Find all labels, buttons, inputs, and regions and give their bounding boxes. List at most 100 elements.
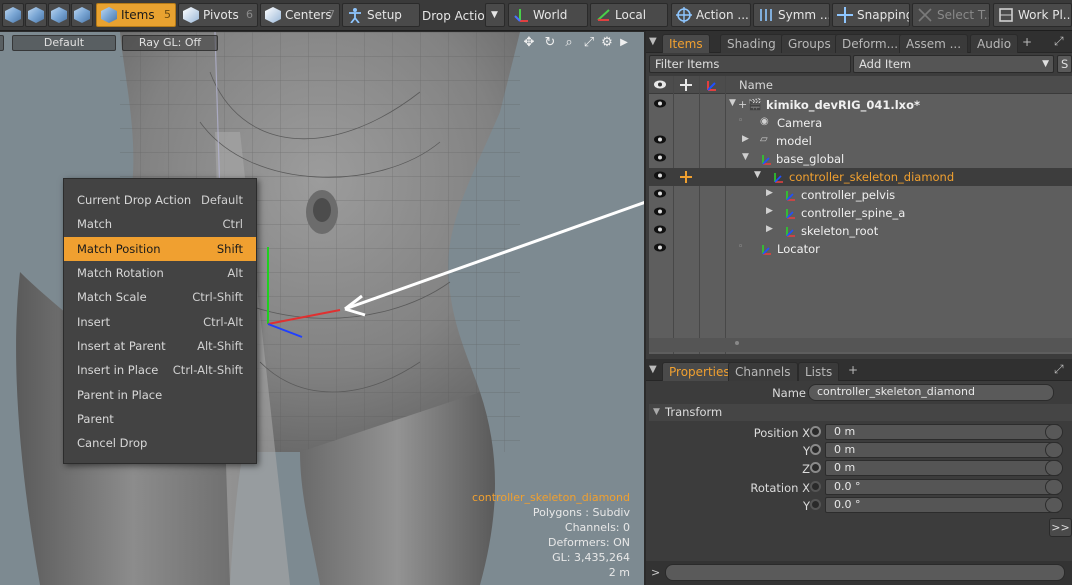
expand-arrow-icon[interactable]: ▶ — [742, 134, 749, 144]
expand-arrow-icon[interactable]: ▶ — [766, 206, 773, 216]
position-x-envelope-icon[interactable] — [1045, 424, 1063, 440]
selection-mode-polygons-button[interactable] — [48, 3, 70, 27]
position-z-field[interactable]: 0 m — [825, 460, 1059, 476]
tree-row-controller-skeleton-diamond[interactable]: ▼ controller_skeleton_diamond — [649, 168, 1072, 186]
add-item-dropdown[interactable]: Add Item ▼ — [853, 55, 1054, 73]
visibility-eye-icon[interactable] — [654, 153, 666, 162]
transform-section-header[interactable]: ▼ Transform — [649, 404, 1072, 421]
tree-row-camera[interactable]: ◦ ◉ Camera — [649, 114, 1072, 132]
visibility-eye-icon[interactable] — [654, 99, 666, 108]
scrollbar-thumb[interactable] — [735, 341, 739, 345]
rotation-y-radio[interactable] — [810, 499, 821, 510]
items-mode-button[interactable]: Items 5 — [96, 3, 176, 27]
work-plane-button[interactable]: Work Pl... — [993, 3, 1072, 27]
panel-collapse-arrow-icon[interactable]: ▼ — [649, 36, 657, 47]
maximize-panel-icon[interactable]: ⤢ — [1054, 362, 1064, 377]
drop-action-dropdown[interactable]: ▼ — [485, 3, 505, 27]
add-tab-icon[interactable]: + — [1022, 35, 1032, 49]
visibility-eye-icon[interactable] — [654, 189, 666, 198]
tab-shading[interactable]: Shading — [720, 34, 783, 53]
visibility-eye-icon[interactable] — [654, 171, 666, 180]
expand-arrow-icon[interactable]: ▼ — [729, 98, 736, 108]
rotation-y-field[interactable]: 0.0 ° — [825, 497, 1059, 513]
symmetry-button[interactable]: Symm ... — [753, 3, 830, 27]
tree-horizontal-scrollbar[interactable] — [649, 338, 1072, 352]
menu-item-match-position[interactable]: Match Position Shift — [64, 236, 256, 261]
tree-row-controller-pelvis[interactable]: ▶ controller_pelvis — [649, 186, 1072, 204]
position-y-radio[interactable] — [810, 444, 821, 455]
tab-properties[interactable]: Properties — [662, 362, 737, 381]
tab-lists[interactable]: Lists — [798, 362, 840, 381]
search-scope-button[interactable]: S — [1057, 55, 1072, 73]
local-space-button[interactable]: Local — [590, 3, 668, 27]
add-tab-icon[interactable]: + — [848, 363, 858, 377]
menu-item-parent-in-place[interactable]: Parent in Place — [64, 382, 256, 406]
rotate-view-icon[interactable]: ↻ — [543, 36, 557, 50]
panel-collapse-arrow-icon[interactable]: ▼ — [649, 364, 657, 375]
tab-audio[interactable]: Audio — [970, 34, 1019, 53]
expand-arrow-icon[interactable]: ▶ — [766, 188, 773, 198]
viewport-menu-toggle[interactable] — [0, 35, 4, 51]
centers-mode-button[interactable]: Centers 7 — [260, 3, 340, 27]
selection-mode-vertices-button[interactable] — [2, 3, 24, 27]
tree-row-scene[interactable]: ▼ + 🎬 kimiko_devRIG_041.lxo* — [649, 96, 1072, 114]
position-x-field[interactable]: 0 m — [825, 424, 1059, 440]
tree-row-skeleton-root[interactable]: ▶ skeleton_root — [649, 222, 1072, 240]
visibility-eye-icon[interactable] — [654, 135, 666, 144]
menu-item-match-rotation[interactable]: Match Rotation Alt — [64, 261, 256, 285]
filter-items-input[interactable]: Filter Items — [649, 55, 851, 73]
pivots-mode-button[interactable]: Pivots 6 — [178, 3, 258, 27]
rotation-x-field[interactable]: 0.0 ° — [825, 479, 1059, 495]
visibility-eye-icon[interactable] — [654, 225, 666, 234]
render-mode-dropdown[interactable]: Ray GL: Off — [122, 35, 218, 51]
menu-item-cancel-drop[interactable]: Cancel Drop — [64, 431, 256, 455]
maximize-panel-icon[interactable]: ⤢ — [1054, 34, 1064, 49]
menu-item-parent[interactable]: Parent — [64, 407, 256, 431]
position-x-radio[interactable] — [810, 426, 821, 437]
position-y-field[interactable]: 0 m — [825, 442, 1059, 458]
tree-row-base-global[interactable]: ▼ base_global — [649, 150, 1072, 168]
menu-item-insert-at-parent[interactable]: Insert at Parent Alt-Shift — [64, 334, 256, 358]
position-z-envelope-icon[interactable] — [1045, 460, 1063, 476]
fit-view-icon[interactable]: ⤢ — [582, 36, 596, 50]
menu-item-insert[interactable]: Insert Ctrl-Alt — [64, 309, 256, 333]
visibility-eye-icon[interactable] — [654, 207, 666, 216]
rotation-x-radio[interactable] — [810, 481, 821, 492]
position-z-radio[interactable] — [810, 462, 821, 473]
position-y-envelope-icon[interactable] — [1045, 442, 1063, 458]
menu-item-insert-in-place[interactable]: Insert in Place Ctrl-Alt-Shift — [64, 358, 256, 382]
selection-mode-materials-button[interactable] — [71, 3, 93, 27]
tree-row-controller-spine-a[interactable]: ▶ controller_spine_a — [649, 204, 1072, 222]
select-through-button[interactable]: Select T... — [912, 3, 990, 27]
tree-row-model[interactable]: ▶ ▱ model — [649, 132, 1072, 150]
tab-groups[interactable]: Groups — [781, 34, 838, 53]
menu-item-match-scale[interactable]: Match Scale Ctrl-Shift — [64, 285, 256, 309]
settings-gear-icon[interactable]: ⚙ — [600, 36, 614, 50]
zoom-view-icon[interactable]: ⌕ — [562, 36, 576, 50]
tab-items[interactable]: Items — [662, 34, 710, 53]
more-properties-button[interactable]: >> — [1049, 518, 1072, 537]
tab-deformers[interactable]: Deform... — [835, 34, 906, 53]
rotation-x-envelope-icon[interactable] — [1045, 479, 1063, 495]
name-column-header[interactable]: Name — [739, 78, 773, 92]
tree-row-locator[interactable]: ◦ Locator — [649, 240, 1072, 258]
viewport-options-arrow-icon[interactable]: ▶ — [617, 36, 631, 50]
world-space-button[interactable]: World — [508, 3, 588, 27]
expand-arrow-icon[interactable]: ▼ — [754, 170, 761, 180]
setup-mode-button[interactable]: Setup — [342, 3, 420, 27]
rotation-y-envelope-icon[interactable] — [1045, 497, 1063, 513]
selection-mode-edges-button[interactable] — [25, 3, 47, 27]
snapping-button[interactable]: Snapping — [832, 3, 910, 27]
expand-arrow-icon[interactable]: ▼ — [742, 152, 749, 162]
tab-assemblies[interactable]: Assem ... — [899, 34, 969, 53]
view-style-dropdown[interactable]: Default — [12, 35, 116, 51]
expand-arrow-icon[interactable]: ▶ — [766, 224, 773, 234]
tab-channels[interactable]: Channels — [728, 362, 798, 381]
command-input[interactable] — [665, 564, 1065, 581]
action-center-button[interactable]: Action ... — [671, 3, 751, 27]
menu-item-current-drop-action[interactable]: Current Drop Action Default — [64, 188, 256, 212]
item-name-field[interactable]: controller_skeleton_diamond — [808, 384, 1054, 401]
visibility-eye-icon[interactable] — [654, 243, 666, 252]
menu-item-match[interactable]: Match Ctrl — [64, 212, 256, 236]
move-view-icon[interactable]: ✥ — [522, 36, 536, 50]
